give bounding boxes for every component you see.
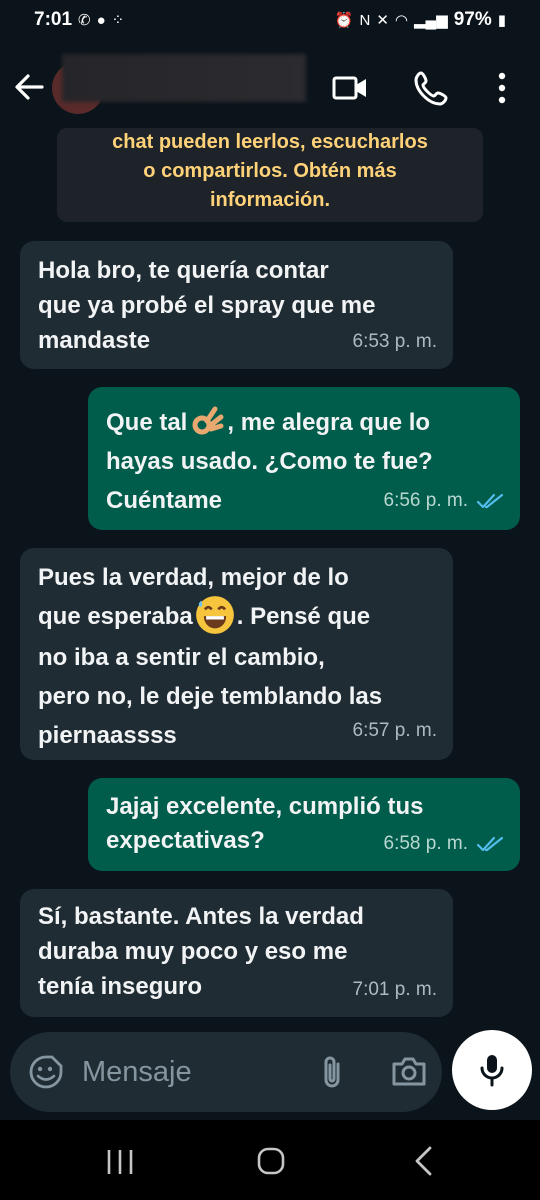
apps-notification-icon: ⁘ bbox=[111, 12, 125, 29]
grinning-sweat-emoji bbox=[195, 595, 234, 634]
camera-icon[interactable] bbox=[390, 1054, 428, 1090]
attach-clip-icon[interactable] bbox=[316, 1054, 348, 1090]
system-nav-bar bbox=[0, 1120, 540, 1200]
message-bubble-outgoing[interactable]: Jajaj excelente, cumplió tus expectativa… bbox=[88, 778, 520, 871]
chat-notification-icon: ● bbox=[96, 11, 106, 29]
message-time: 6:57 p. m. bbox=[352, 720, 438, 741]
status-bar: 7:01 ✆ ● ⁘ ⏰ N ✕ ◠ ▂▄▆ 97% ▮ bbox=[0, 0, 540, 40]
message-text: pero no, le deje temblando las bbox=[38, 682, 383, 710]
signal-icon: ▂▄▆ bbox=[414, 12, 448, 29]
message-text: , me alegra que lo bbox=[227, 409, 431, 436]
notice-line: o compartirlos. Obtén más bbox=[143, 160, 397, 182]
microphone-icon bbox=[480, 1055, 504, 1087]
message-time: 6:56 p. m. bbox=[383, 490, 469, 511]
message-bubble-outgoing[interactable]: Que tal , me alegra que lo hayas usado. … bbox=[88, 387, 520, 530]
video-call-icon[interactable] bbox=[330, 68, 370, 108]
message-text: Pues la verdad, mejor de lo bbox=[38, 564, 349, 591]
message-text: . Pensé que bbox=[236, 603, 371, 630]
more-vert-icon[interactable] bbox=[484, 68, 524, 108]
message-line: Que tal , me alegra que lo bbox=[106, 403, 504, 442]
message-meta: 6:58 p. m. bbox=[384, 827, 505, 861]
message-time: 6:53 p. m. bbox=[352, 331, 438, 352]
status-right: ⏰ N ✕ ◠ ▂▄▆ 97% ▮ bbox=[335, 9, 506, 31]
message-input-bar: Mensaje bbox=[10, 1032, 442, 1112]
double-check-read-icon bbox=[476, 493, 504, 508]
message-bubble-incoming[interactable]: Sí, bastante. Antes la verdad duraba muy… bbox=[20, 889, 453, 1017]
encryption-notice[interactable]: chat pueden leerlos, escucharlos o compa… bbox=[57, 128, 483, 222]
status-time: 7:01 bbox=[34, 9, 73, 30]
alarm-icon: ⏰ bbox=[334, 12, 354, 29]
notice-line: chat pueden leerlos, escucharlos bbox=[112, 131, 428, 153]
nfc-icon: N bbox=[359, 11, 371, 29]
message-meta: 7:01 p. m. bbox=[353, 972, 438, 1007]
recent-apps-icon[interactable] bbox=[104, 1148, 136, 1176]
message-meta: 6:53 p. m. bbox=[353, 324, 438, 359]
message-text: Que tal bbox=[106, 409, 188, 436]
status-left: 7:01 ✆ ● ⁘ bbox=[34, 9, 124, 31]
message-text: Sí, bastante. Antes la verdad bbox=[38, 903, 364, 930]
message-bubble-incoming[interactable]: Pues la verdad, mejor de lo que esperaba… bbox=[20, 548, 453, 760]
message-meta: 6:56 p. m. bbox=[384, 481, 505, 520]
ok-hand-emoji bbox=[192, 406, 224, 435]
message-text: Jajaj excelente, cumplió tus bbox=[106, 793, 424, 820]
message-text: que esperaba bbox=[38, 603, 193, 630]
message-bubble-incoming[interactable]: Hola bro, te quería contar que ya probé … bbox=[20, 241, 453, 369]
message-text: Hola bro, te quería contar bbox=[38, 257, 329, 284]
battery-level: 97% bbox=[453, 9, 492, 30]
voice-call-icon[interactable] bbox=[412, 68, 452, 108]
message-meta: 6:57 p. m. bbox=[353, 711, 438, 750]
notice-line: información. bbox=[209, 189, 330, 211]
wifi-icon: ◠ bbox=[394, 12, 408, 29]
message-text: hayas usado. ¿Como te fue? bbox=[106, 448, 433, 475]
message-time: 7:01 p. m. bbox=[352, 979, 438, 1000]
battery-icon: ▮ bbox=[497, 12, 506, 29]
message-text: no iba a sentir el cambio, bbox=[38, 643, 325, 671]
emoji-sticker-icon[interactable] bbox=[28, 1054, 64, 1090]
mute-icon: ✕ bbox=[376, 12, 389, 29]
double-check-read-icon bbox=[476, 836, 504, 852]
back-arrow-icon[interactable] bbox=[12, 70, 46, 104]
message-text: duraba muy poco y eso me bbox=[38, 938, 348, 965]
home-icon[interactable] bbox=[256, 1146, 286, 1176]
message-text: que ya probé el spray que me bbox=[38, 292, 376, 319]
contact-name-redacted[interactable] bbox=[62, 54, 306, 102]
message-time: 6:58 p. m. bbox=[383, 833, 469, 854]
message-line: que esperaba . Pensé que bbox=[38, 595, 437, 638]
nav-back-icon[interactable] bbox=[412, 1146, 436, 1176]
chat-header bbox=[0, 40, 540, 134]
whatsapp-notification-icon: ✆ bbox=[78, 12, 91, 29]
voice-record-button[interactable] bbox=[452, 1030, 532, 1110]
message-input[interactable]: Mensaje bbox=[82, 1054, 192, 1090]
